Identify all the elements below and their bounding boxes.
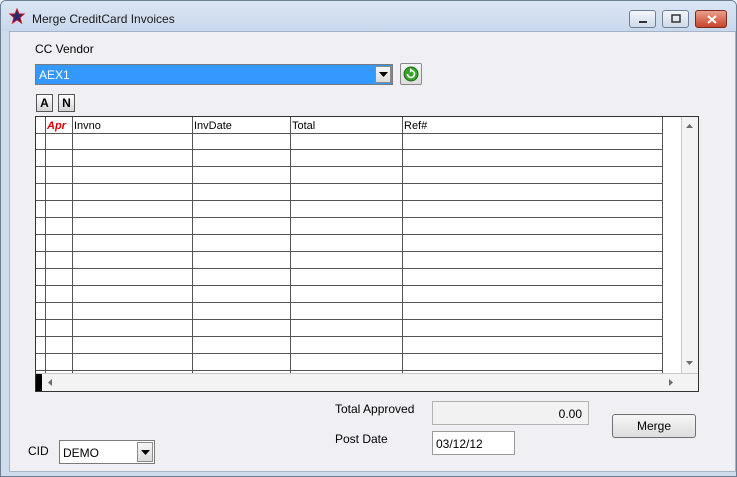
merge-invoices-window: Merge CreditCard Invoices CC Vendor AEX1	[0, 0, 737, 477]
grid-vertical-scrollbar[interactable]	[681, 117, 698, 373]
maximize-icon	[671, 14, 681, 23]
cc-vendor-value: AEX1	[39, 68, 70, 82]
cc-vendor-dropdown-button[interactable]	[375, 66, 391, 83]
col-header-apr[interactable]: Apr	[47, 120, 66, 132]
total-approved-value: 0.00	[558, 407, 582, 421]
total-approved-field: 0.00	[432, 401, 589, 425]
cid-select[interactable]: DEMO	[59, 440, 155, 464]
title-bar[interactable]: Merge CreditCard Invoices	[1, 1, 736, 31]
chevron-down-icon	[141, 450, 150, 455]
approve-none-button[interactable]: N	[58, 94, 75, 112]
scroll-left-icon[interactable]	[43, 375, 58, 390]
post-date-label: Post Date	[335, 432, 388, 446]
minimize-icon	[639, 21, 647, 23]
cc-vendor-select[interactable]: AEX1	[35, 64, 393, 85]
maximize-button[interactable]	[662, 10, 689, 28]
close-button[interactable]	[695, 10, 727, 28]
refresh-button[interactable]	[400, 63, 422, 85]
chevron-down-icon	[379, 72, 388, 77]
col-header-invdate[interactable]: InvDate	[194, 120, 232, 132]
col-header-invno[interactable]: Invno	[74, 120, 101, 132]
scroll-right-icon[interactable]	[664, 375, 679, 390]
post-date-value: 03/12/12	[436, 437, 483, 451]
client-area: CC Vendor AEX1 A N Apr Invno InvDate Tot…	[9, 31, 736, 472]
approve-all-button[interactable]: A	[36, 94, 53, 112]
col-header-total[interactable]: Total	[292, 120, 315, 132]
total-approved-label: Total Approved	[335, 402, 415, 416]
refresh-icon	[403, 66, 419, 82]
close-icon	[707, 15, 717, 24]
post-date-input[interactable]: 03/12/12	[432, 431, 515, 455]
merge-button[interactable]: Merge	[612, 414, 696, 438]
invoice-grid[interactable]: Apr Invno InvDate Total Ref#	[35, 116, 699, 392]
cid-dropdown-button[interactable]	[137, 442, 153, 462]
scroll-down-icon[interactable]	[682, 356, 697, 371]
col-header-ref[interactable]: Ref#	[404, 120, 427, 132]
row-indicator	[36, 374, 42, 391]
cc-vendor-label: CC Vendor	[35, 42, 94, 56]
star-app-icon	[9, 8, 25, 24]
cid-value: DEMO	[63, 446, 99, 460]
minimize-button[interactable]	[629, 10, 656, 28]
window-title: Merge CreditCard Invoices	[32, 12, 175, 26]
scroll-up-icon[interactable]	[682, 119, 697, 134]
cid-label: CID	[28, 444, 49, 458]
grid-horizontal-scrollbar[interactable]	[36, 373, 698, 391]
